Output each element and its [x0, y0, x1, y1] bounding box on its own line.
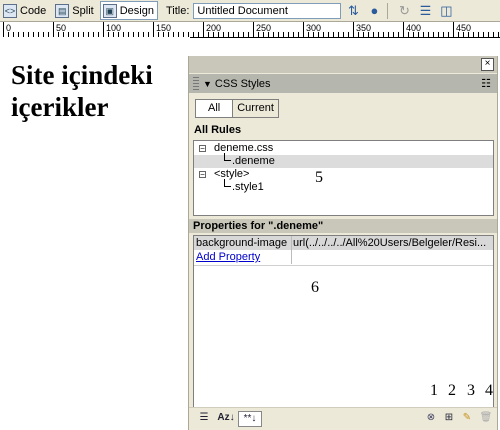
panel-title: CSS Styles: [214, 77, 271, 90]
edit-style-icon[interactable]: ✎: [459, 411, 475, 427]
code-view-icon: <>: [3, 3, 17, 18]
ruler-label: 0: [6, 23, 11, 33]
ruler-label: 100: [106, 23, 121, 33]
collapse-minus-icon[interactable]: −: [199, 171, 206, 179]
panel-options-icon[interactable]: ☷: [481, 77, 491, 90]
code-view-button[interactable]: <> Code: [0, 1, 50, 20]
ruler-scale: 0 50 100 150 200 250 300 350 400 450: [3, 22, 499, 37]
tree-item-deneme-rule[interactable]: .deneme: [194, 153, 493, 168]
delete-css-rule-icon[interactable]: 🗑: [478, 411, 494, 427]
category-view-icon[interactable]: ☰: [195, 411, 213, 427]
panel-group-bar: ×: [189, 56, 497, 73]
tree-item-label: .deneme: [232, 155, 275, 167]
panel-header[interactable]: ▼ CSS Styles ☷: [189, 74, 497, 93]
tab-all[interactable]: All: [195, 99, 234, 118]
split-view-icon: ▤: [55, 3, 70, 18]
tab-current[interactable]: Current: [233, 99, 279, 118]
tree-item-deneme-css[interactable]: − deneme.css: [194, 142, 493, 155]
set-properties-only-icon[interactable]: **↓: [238, 411, 262, 427]
properties-header: Properties for ".deneme": [189, 219, 497, 233]
ruler-label: 250: [256, 23, 271, 33]
tree-item-style1-rule[interactable]: .style1: [194, 179, 493, 194]
title-input[interactable]: Untitled Document: [193, 2, 342, 19]
rules-tree: − deneme.css .deneme − <style> .style1 5: [193, 140, 494, 216]
ruler-label: 50: [56, 23, 66, 33]
toolbar-separator: [387, 2, 389, 19]
ruler-label: 400: [406, 23, 421, 33]
annotation-marker: 1: [430, 382, 438, 399]
css-styles-panel: × ▼ CSS Styles ☷ All Current All Rules −…: [188, 56, 498, 430]
all-rules-label: All Rules: [194, 124, 242, 136]
document-toolbar: <> Code ▤ Split ▣ Design Title: Untitled…: [0, 0, 500, 22]
ruler-label: 350: [356, 23, 371, 33]
preview-globe-icon[interactable]: ●: [365, 2, 383, 20]
tree-branch-icon: [224, 153, 231, 161]
tree-item-label: deneme.css: [214, 142, 274, 154]
property-value[interactable]: url(../../../../All%20Users/Belgeler/Res…: [293, 236, 491, 250]
panel-bottom-bar: ☰ Az↓ **↓ ⊗ ⊞ ✎ 🗑: [189, 407, 497, 430]
file-management-icon[interactable]: ⇅: [344, 2, 362, 20]
split-view-button[interactable]: ▤ Split: [52, 1, 97, 20]
design-view-label: Design: [119, 4, 154, 17]
design-view-icon: ▣: [102, 3, 117, 18]
visual-aids-icon[interactable]: ◫: [437, 2, 455, 20]
attach-style-sheet-icon[interactable]: ⊗: [423, 411, 439, 427]
tree-branch-icon: [224, 179, 231, 187]
annotation-marker: 5: [315, 169, 323, 186]
tree-item-label: .style1: [232, 181, 264, 193]
column-divider: [291, 236, 292, 264]
design-view-button[interactable]: ▣ Design: [99, 1, 158, 20]
ruler-label: 150: [156, 23, 171, 33]
horizontal-ruler: 0 50 100 150 200 250 300 350 400 450: [0, 22, 500, 38]
new-css-rule-icon[interactable]: ⊞: [441, 411, 457, 427]
ruler-label: 300: [306, 23, 321, 33]
annotation-marker: 6: [311, 279, 319, 296]
alphabetical-view-icon[interactable]: Az↓: [216, 411, 236, 427]
tree-item-style-block[interactable]: − <style>: [194, 168, 493, 181]
properties-grid: background-image url(../../../../All%20U…: [193, 235, 494, 408]
ruler-label: 200: [206, 23, 221, 33]
mode-tabs: All Current: [195, 99, 279, 118]
annotation-marker: 2: [448, 382, 456, 399]
add-property-link[interactable]: Add Property: [196, 251, 260, 264]
grip-icon[interactable]: [193, 77, 199, 90]
design-canvas[interactable]: Site içindeki içerikler: [0, 37, 190, 430]
close-icon[interactable]: ×: [481, 58, 494, 71]
title-label: Title:: [165, 4, 190, 17]
tree-item-label: <style>: [214, 168, 250, 180]
refresh-icon[interactable]: ↻: [395, 2, 413, 20]
view-options-icon[interactable]: ☰: [416, 2, 434, 20]
collapse-triangle-icon[interactable]: ▼: [203, 79, 212, 89]
page-heading: Site içindeki içerikler: [11, 60, 153, 122]
property-row[interactable]: background-image url(../../../../All%20U…: [194, 236, 493, 250]
annotation-marker: 4: [485, 382, 493, 399]
row-divider: [194, 265, 493, 266]
code-view-label: Code: [20, 4, 47, 17]
property-name: background-image: [196, 237, 288, 249]
collapse-minus-icon[interactable]: −: [199, 145, 206, 153]
annotation-marker: 3: [467, 382, 475, 399]
split-view-label: Split: [72, 4, 94, 17]
ruler-label: 450: [456, 23, 471, 33]
